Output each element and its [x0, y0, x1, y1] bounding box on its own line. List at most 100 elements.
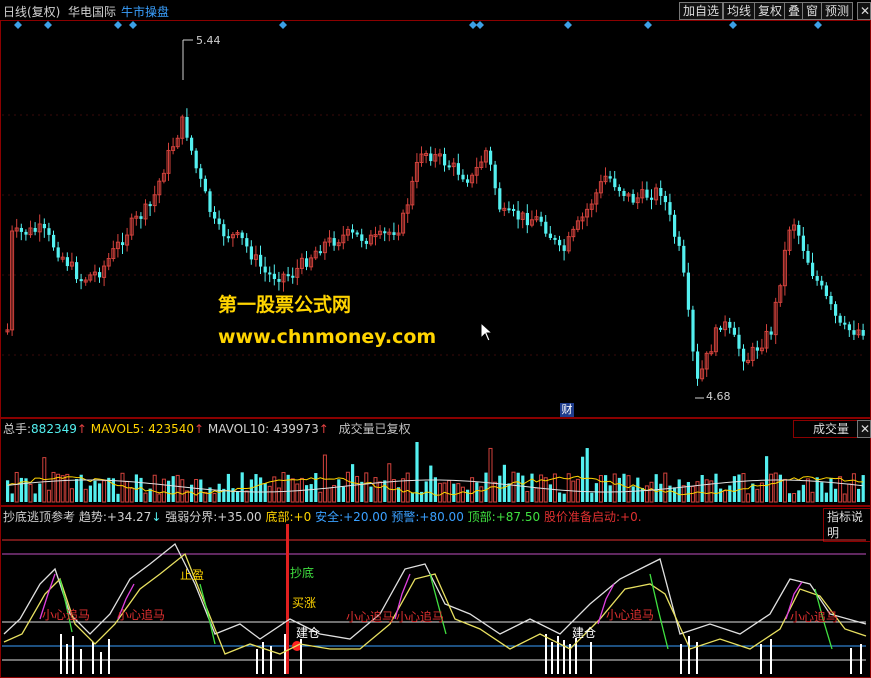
candle-body	[447, 165, 451, 168]
candle-body	[677, 236, 681, 246]
volume-bar	[79, 474, 83, 502]
volume-bar	[723, 490, 728, 503]
candle-body	[355, 232, 359, 235]
candle-body	[562, 245, 566, 251]
add-watchlist-button[interactable]: 加自选	[679, 2, 724, 20]
volume-bar	[111, 478, 115, 502]
volume-bar	[314, 473, 318, 502]
adjust-price-button[interactable]: 复权	[754, 2, 787, 20]
volume-note: 成交量已复权	[338, 422, 411, 436]
volume-bar	[659, 483, 663, 502]
volume-bar	[824, 492, 828, 502]
volume-bar	[56, 473, 61, 503]
candle-body	[33, 228, 37, 232]
financial-badge[interactable]: 财	[560, 403, 574, 417]
watermark-url: www.chnmoney.com	[218, 326, 437, 348]
volume-bar	[286, 474, 290, 502]
safe-value: +20.00	[343, 510, 388, 524]
volume-bar	[447, 480, 452, 503]
candle-body	[443, 153, 447, 166]
volume-bar	[28, 483, 33, 503]
volume-bar	[590, 492, 594, 502]
volume-bar	[295, 483, 300, 503]
candle-body	[645, 189, 649, 198]
indicator-bar	[66, 644, 68, 674]
trend-label: 趋势:	[78, 510, 107, 524]
mouse-cursor-icon	[480, 322, 494, 342]
moving-average-button[interactable]: 均线	[723, 2, 756, 20]
forecast-button[interactable]: 预测	[821, 2, 854, 20]
indicator-bar	[545, 634, 547, 674]
volume-bar	[857, 488, 861, 502]
candle-body	[277, 279, 281, 282]
volume-bar	[212, 492, 217, 503]
signal-diamond-icon	[476, 21, 484, 29]
volume-bar	[585, 448, 589, 502]
indicator-bar	[80, 649, 82, 674]
volume-bar	[116, 493, 120, 502]
volume-chart[interactable]	[0, 436, 871, 504]
indicator-bar	[284, 634, 286, 674]
volume-bar	[290, 478, 295, 503]
candle-body	[525, 212, 529, 226]
low-price-label: 4.68	[706, 390, 731, 403]
top-label: 顶部:	[467, 510, 496, 524]
volume-bar	[466, 489, 470, 502]
volume-bar	[276, 487, 281, 503]
indicator-chart[interactable]	[0, 524, 871, 676]
candle-body	[263, 266, 267, 273]
candle-body	[668, 202, 672, 215]
volume-bar	[65, 473, 70, 503]
volume-bar	[267, 485, 272, 503]
candle-body	[834, 304, 838, 316]
candle-body	[199, 168, 203, 179]
volume-bar	[93, 480, 97, 502]
volume-bar	[337, 479, 341, 502]
warn-label: 预警:	[391, 510, 420, 524]
total-volume-label: 总手:	[3, 422, 32, 436]
signal-diamond-icon	[814, 21, 822, 29]
annotation-careful-chase-6: 小心追马	[790, 610, 839, 624]
signal-diamond-icon	[279, 21, 287, 29]
volume-bar	[847, 483, 852, 503]
volume-bar	[677, 479, 681, 502]
volume-bar	[33, 493, 37, 502]
bottom-value: +0	[293, 510, 312, 524]
period-label[interactable]: 日线(复权)	[3, 3, 60, 20]
volume-bar	[571, 480, 576, 503]
volume-bar	[88, 485, 92, 502]
candle-body	[429, 153, 433, 162]
volume-bar	[391, 479, 396, 503]
volume-bar	[690, 486, 695, 503]
indicator-bar	[557, 636, 559, 674]
volume-bar	[673, 487, 677, 502]
overlay-button[interactable]: 叠	[784, 2, 805, 20]
annotation-take-profit: 止盈	[180, 568, 205, 582]
volume-bar	[782, 478, 787, 503]
volume-bar	[741, 473, 746, 503]
close-icon[interactable]: ✕	[857, 2, 871, 20]
candle-body	[286, 274, 290, 277]
candle-body	[558, 239, 562, 246]
window-button[interactable]: 窗	[802, 2, 823, 20]
candle-body	[272, 273, 276, 280]
candlestick-chart[interactable]	[0, 20, 871, 418]
volume-bar	[194, 478, 199, 503]
annotation-careful-chase-4: 小心追马	[396, 610, 445, 624]
candle-body	[245, 238, 249, 247]
candle-body	[811, 262, 815, 277]
volume-bar	[157, 493, 162, 503]
candle-body	[226, 236, 230, 239]
volume-bar	[83, 488, 88, 503]
volume-bar	[511, 471, 516, 503]
candle-body	[622, 190, 626, 196]
volume-bar	[98, 483, 102, 502]
volume-bar	[810, 491, 815, 503]
volume-bar	[714, 473, 718, 502]
mavol10-label: MAVOL10:	[207, 422, 270, 436]
candle-body	[728, 321, 732, 328]
volume-bar	[10, 493, 14, 502]
candle-body	[291, 275, 295, 278]
candle-body	[360, 234, 364, 241]
mavol5-label: MAVOL5:	[90, 422, 145, 436]
